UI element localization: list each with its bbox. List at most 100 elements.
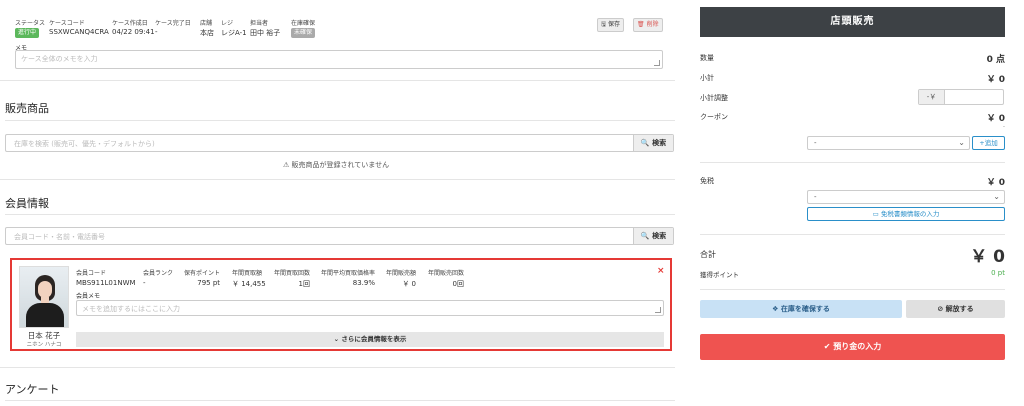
- divider: [700, 289, 1005, 290]
- stock-col: 在庫確保 未確保: [291, 18, 316, 38]
- product-search-bar[interactable]: 在庫を検索 (販売可、優先・デフォルトから) 🔍 検索: [5, 134, 674, 152]
- stock-label: 在庫確保: [291, 20, 316, 27]
- status-badge: 進行中: [15, 28, 40, 38]
- show-more-member-button[interactable]: ⌄ さらに会員情報を表示: [76, 332, 664, 347]
- survey-title: アンケート: [5, 383, 60, 396]
- completed-value: -: [155, 28, 158, 36]
- sale-count-col: 年間販売回数 0回: [428, 268, 464, 289]
- member-search-button[interactable]: 🔍 検索: [633, 228, 673, 244]
- save-button[interactable]: 🖫 保存: [597, 18, 625, 32]
- member-card: 日本 花子 ニホン ハナコ 会員コード MBS911L01NWM 会員ランク -…: [10, 258, 672, 351]
- release-button[interactable]: ⊘ 解放する: [906, 300, 1005, 318]
- staff-value: 田中 裕子: [250, 29, 281, 37]
- member-search-bar[interactable]: 会員コード・名前・電話番号 🔍 検索: [5, 227, 674, 245]
- stock-badge: 未確保: [291, 28, 316, 38]
- warning-icon: ⚠: [283, 161, 290, 169]
- check-icon: ✔: [823, 342, 831, 351]
- tax-free-select-value: -: [814, 193, 817, 201]
- boxes-icon: ❖: [772, 305, 779, 313]
- reserve-stock-label: 在庫を確保する: [780, 305, 830, 313]
- trash-icon: 🗑: [637, 21, 645, 28]
- quantity-value: 0 点: [986, 55, 1005, 65]
- pos-header: 店頭販売: [700, 7, 1005, 37]
- case-pane: ステータス 進行中 ケースコード SSXWCANQ4CRA ケース作成日 04/…: [0, 0, 680, 406]
- buy-count-value: 1回: [298, 280, 311, 288]
- tax-doc-button[interactable]: ▭ 免税書類情報の入力: [807, 207, 1005, 221]
- product-search-placeholder: 在庫を検索 (販売可、優先・デフォルトから): [14, 140, 155, 148]
- buy-count-col: 年間買取回数 1回: [274, 268, 310, 289]
- search-icon: 🔍: [640, 139, 650, 147]
- sale-count-value: 0回: [452, 280, 465, 288]
- case-code-col: ケースコード SSXWCANQ4CRA: [49, 18, 109, 36]
- total-value: ￥ 0: [970, 247, 1005, 267]
- delete-button[interactable]: 🗑 削除: [633, 18, 663, 32]
- products-empty-message: ⚠ 販売商品が登録されていません: [283, 160, 389, 170]
- pos-pane: 店頭販売 数量 0 点 小計 ￥ 0 小計調整 -￥ クーポン ￥ 0 - - …: [690, 0, 1015, 406]
- deposit-button[interactable]: ✔ 預り金の入力: [700, 334, 1005, 360]
- member-rank-label: 会員ランク: [143, 270, 174, 277]
- close-icon[interactable]: ×: [657, 266, 665, 276]
- divider: [700, 162, 1005, 163]
- subtotal-label: 小計: [700, 74, 714, 82]
- sale-amount-value: ￥ 0: [402, 280, 417, 288]
- completed-label: ケース完了日: [155, 20, 191, 27]
- divider: [700, 234, 1005, 235]
- register-value: レジA-1: [221, 29, 247, 37]
- avatar-body: [26, 303, 64, 327]
- tax-free-select[interactable]: - ⌄: [807, 190, 1005, 204]
- buy-amount-value: ￥ 14,455: [232, 280, 266, 288]
- id-card-icon: ▭: [872, 210, 879, 218]
- member-rank-value: -: [143, 279, 146, 287]
- product-search-button[interactable]: 🔍 検索: [633, 135, 673, 151]
- quantity-label: 数量: [700, 54, 714, 62]
- resize-grip-icon[interactable]: [655, 307, 661, 313]
- subtotal-adjust-input[interactable]: -￥: [918, 89, 1004, 105]
- divider: [5, 400, 675, 401]
- total-label: 合計: [700, 250, 716, 259]
- avg-rate-col: 年間平均買取価格率 83.9%: [321, 268, 375, 287]
- member-code-col: 会員コード MBS911L01NWM: [76, 268, 136, 287]
- resize-grip-icon[interactable]: [654, 60, 660, 66]
- products-title: 販売商品: [5, 102, 49, 115]
- store-col: 店舗 本店: [200, 18, 214, 38]
- member-memo-input[interactable]: メモを追加するにはここに入力: [76, 300, 664, 316]
- coupon-sub: -: [1002, 123, 1005, 130]
- coupon-add-button[interactable]: +追加: [972, 136, 1005, 150]
- chevron-down-icon: ⌄: [333, 335, 340, 343]
- coupon-select-value: -: [814, 139, 817, 147]
- coupon-add-label: 追加: [984, 139, 998, 147]
- completed-col: ケース完了日 -: [155, 18, 191, 36]
- member-memo-label: 会員メモ: [76, 293, 101, 300]
- staff-label: 担当者: [250, 20, 269, 27]
- member-code-link[interactable]: MBS911L01NWM: [76, 279, 136, 287]
- adjust-label: 小計調整: [700, 94, 728, 102]
- created-value: 04/22 09:41: [112, 28, 155, 36]
- store-label: 店舗: [200, 20, 213, 27]
- divider: [0, 179, 675, 180]
- member-memo-placeholder: メモを追加するにはここに入力: [82, 305, 180, 313]
- reserve-stock-button[interactable]: ❖ 在庫を確保する: [700, 300, 902, 318]
- tax-free-value: ￥ 0: [986, 178, 1005, 188]
- member-points-value: 795 pt: [197, 279, 221, 287]
- unlink-icon: ⊘: [937, 305, 944, 313]
- buy-count-label: 年間買取回数: [274, 270, 311, 277]
- coupon-select[interactable]: - ⌄: [807, 136, 970, 150]
- case-code-label: ケースコード: [49, 20, 85, 27]
- case-memo-input[interactable]: ケース全体のメモを入力: [15, 50, 663, 69]
- sale-count-label: 年間販売回数: [428, 270, 465, 277]
- buy-amount-label: 年間買取額: [232, 270, 263, 277]
- case-code-value: SSXWCANQ4CRA: [49, 28, 109, 36]
- delete-button-label: 削除: [646, 21, 659, 28]
- status-label: ステータス: [15, 20, 46, 27]
- divider: [0, 367, 675, 368]
- products-empty-text: 販売商品が登録されていません: [291, 161, 390, 169]
- tax-doc-label: 免税書類情報の入力: [880, 210, 940, 218]
- created-label: ケース作成日: [112, 20, 148, 27]
- deposit-label: 預り金の入力: [833, 342, 882, 351]
- created-col: ケース作成日 04/22 09:41: [112, 18, 155, 36]
- sale-amount-label: 年間販売額: [386, 270, 417, 277]
- avg-rate-label: 年間平均買取価格率: [321, 270, 376, 277]
- avg-rate-value: 83.9%: [352, 279, 376, 287]
- divider: [5, 120, 675, 121]
- register-label: レジ: [221, 20, 234, 27]
